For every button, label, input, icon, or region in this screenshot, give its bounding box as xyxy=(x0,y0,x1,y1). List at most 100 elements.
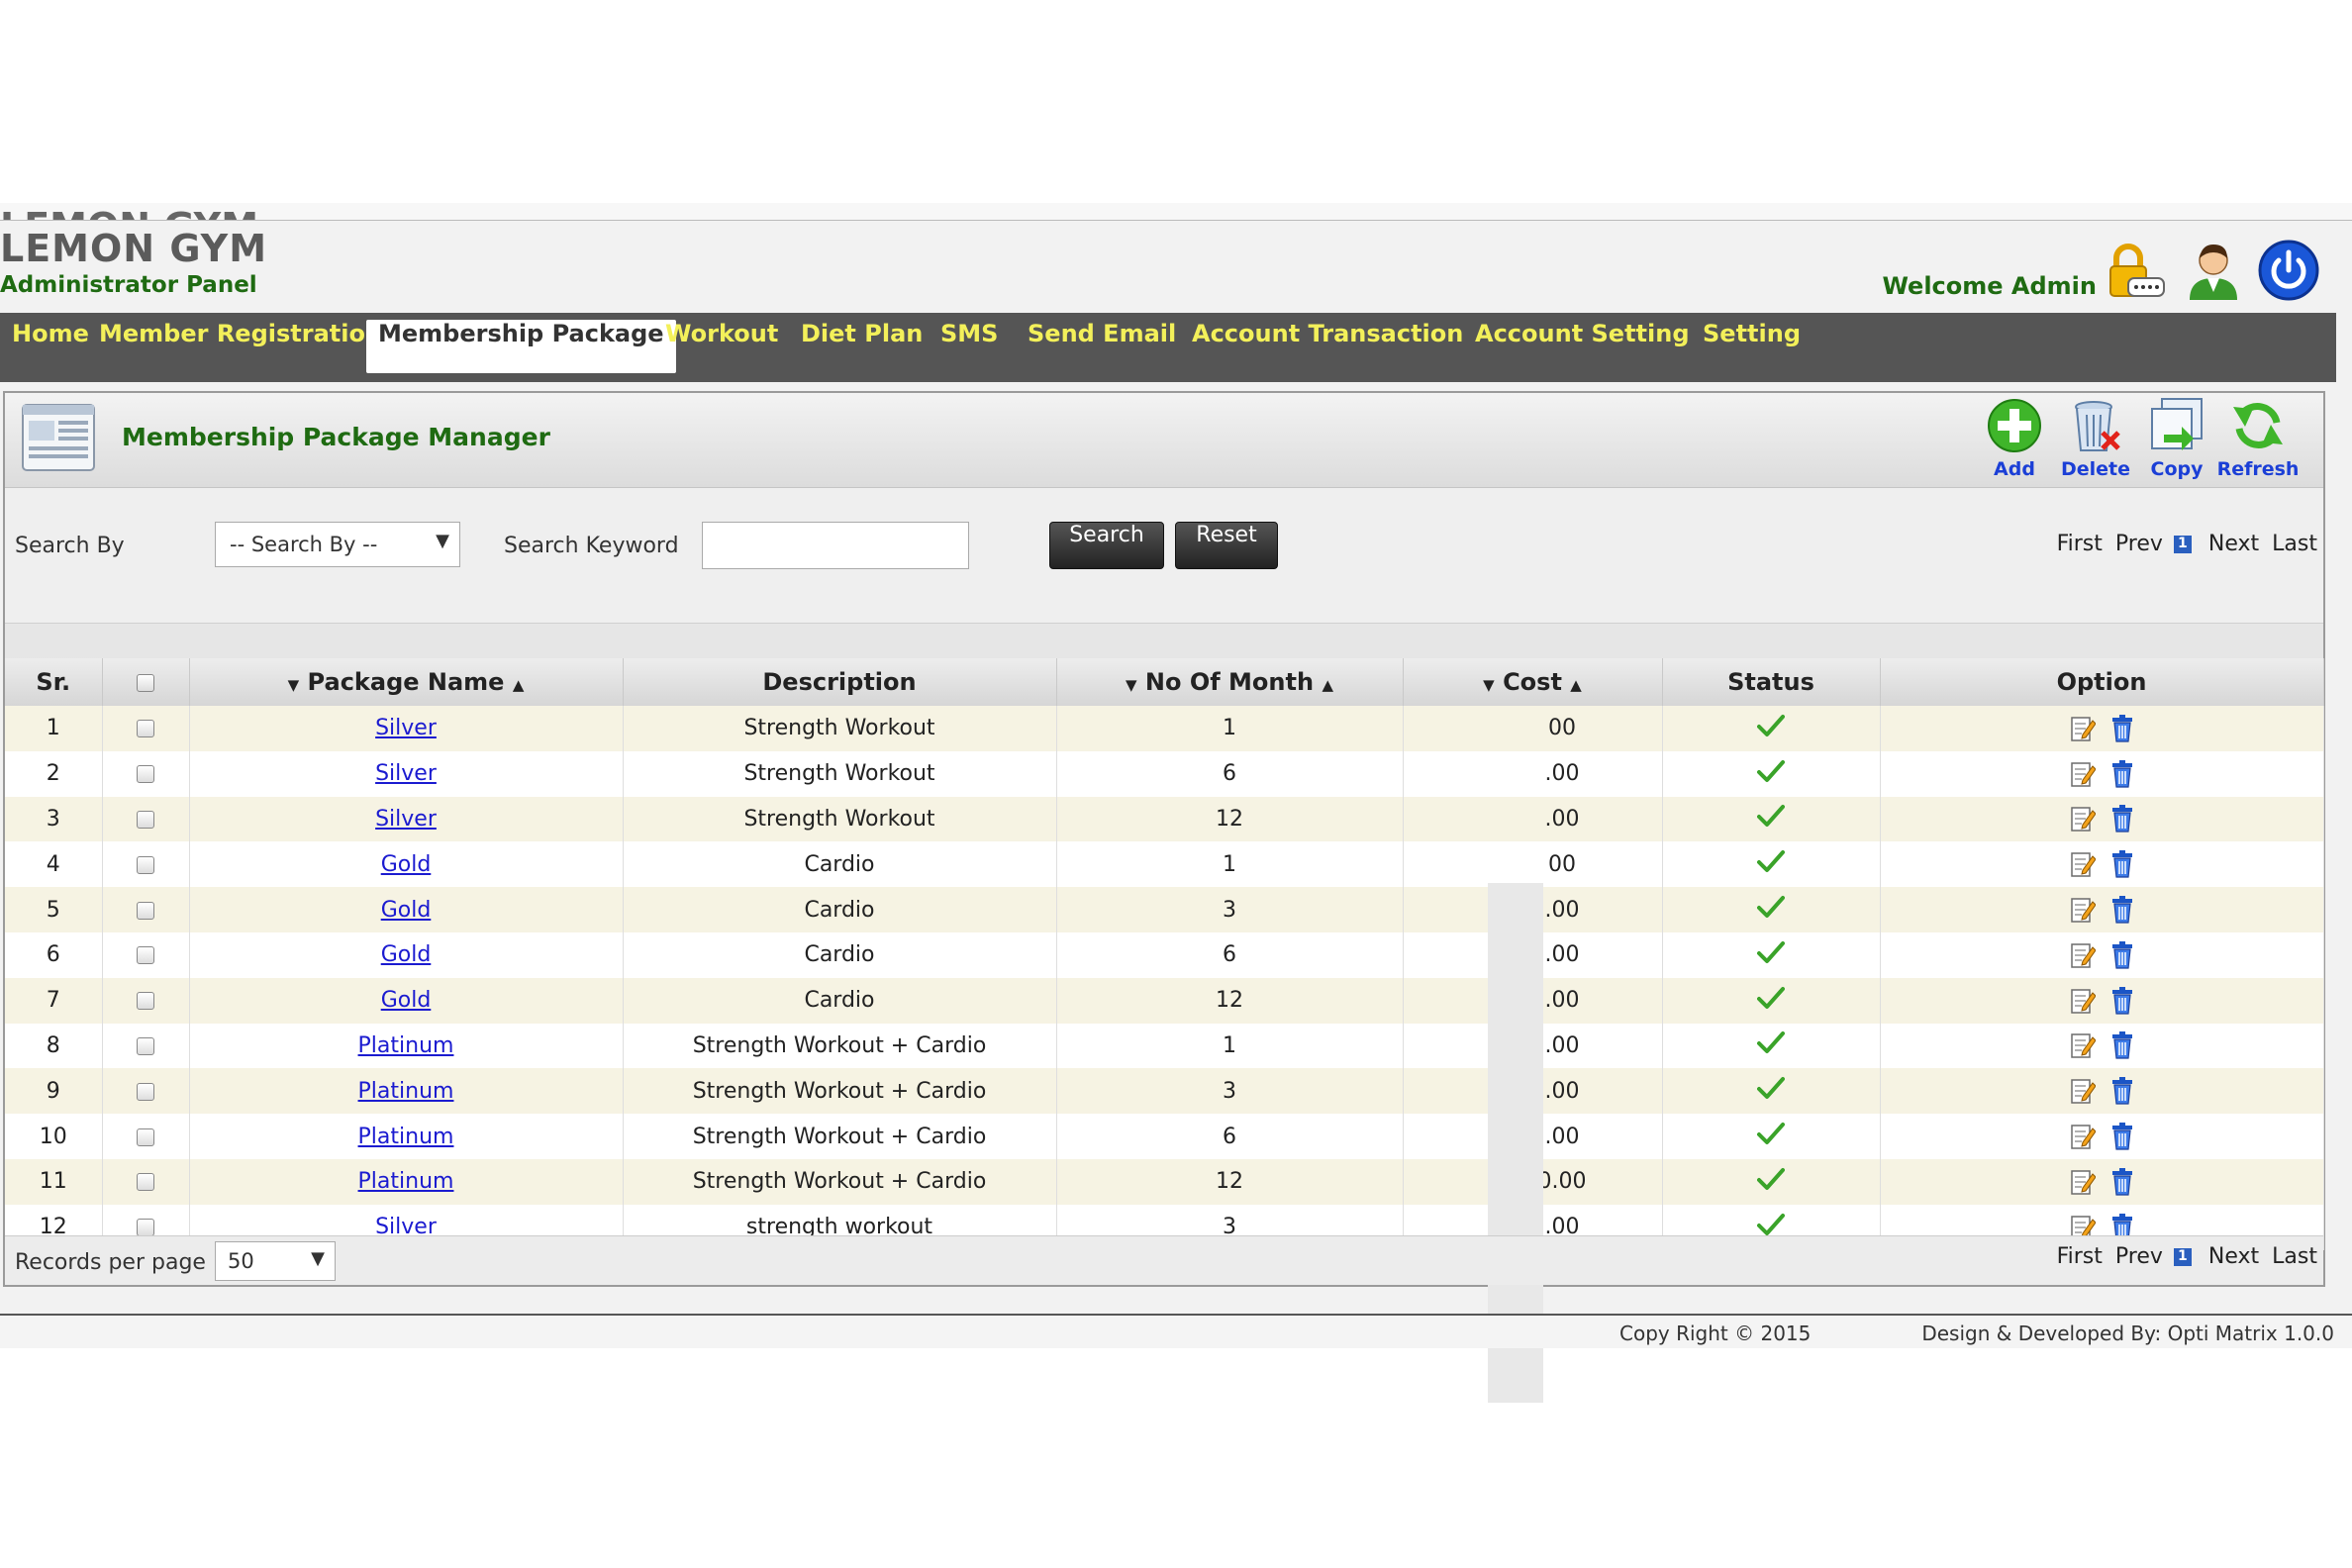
table-row[interactable]: 3 Silver Strength Workout 12 .00 xyxy=(5,796,2324,842)
nav-member-registration[interactable]: Member Registration xyxy=(87,320,394,373)
trash-icon[interactable] xyxy=(2110,1077,2134,1105)
nav-workout[interactable]: Workout xyxy=(653,320,790,373)
package-name-link[interactable]: Silver xyxy=(375,716,437,740)
pager-prev[interactable]: Prev xyxy=(2115,1244,2163,1269)
check-icon[interactable] xyxy=(1757,1076,1785,1100)
table-row[interactable]: 2 Silver Strength Workout 6 .00 xyxy=(5,750,2324,797)
sort-desc-icon[interactable]: ▼ xyxy=(1126,676,1137,694)
table-row[interactable]: 9 Platinum Strength Workout + Cardio 3 .… xyxy=(5,1068,2324,1115)
pager-next[interactable]: Next xyxy=(2208,532,2259,556)
edit-icon[interactable] xyxy=(2070,715,2097,742)
row-checkbox[interactable] xyxy=(137,1082,154,1101)
trash-icon[interactable] xyxy=(2110,1167,2134,1196)
copy-button[interactable]: Copy xyxy=(2135,397,2218,480)
table-row[interactable]: 10 Platinum Strength Workout + Cardio 6 … xyxy=(5,1114,2324,1159)
search-button[interactable]: Search xyxy=(1049,522,1164,569)
edit-icon[interactable] xyxy=(2070,1168,2097,1196)
package-name-link[interactable]: Platinum xyxy=(358,1125,454,1149)
trash-icon[interactable] xyxy=(2110,986,2134,1015)
table-row[interactable]: 7 Gold Cardio 12 .00 xyxy=(5,977,2324,1024)
row-checkbox[interactable] xyxy=(137,1173,154,1192)
pager-prev[interactable]: Prev xyxy=(2115,532,2163,556)
pager-last[interactable]: Last xyxy=(2272,532,2317,556)
edit-icon[interactable] xyxy=(2070,1031,2097,1059)
pager-first[interactable]: First xyxy=(2057,1244,2103,1269)
package-name-link[interactable]: Platinum xyxy=(358,1033,454,1058)
table-row[interactable]: 6 Gold Cardio 6 .00 xyxy=(5,931,2324,978)
sort-asc-icon[interactable]: ▲ xyxy=(1322,676,1333,694)
nav-setting[interactable]: Setting xyxy=(1691,320,1813,373)
package-name-link[interactable]: Gold xyxy=(381,852,432,877)
search-by-select[interactable]: -- Search By -- ▼ xyxy=(215,522,460,567)
nav-send-email[interactable]: Send Email xyxy=(1016,320,1188,373)
nav-sms[interactable]: SMS xyxy=(929,320,1010,373)
col-cost[interactable]: ▼ Cost ▲ xyxy=(1403,658,1663,706)
pager-next[interactable]: Next xyxy=(2208,1244,2259,1269)
trash-icon[interactable] xyxy=(2110,896,2134,924)
table-row[interactable]: 4 Gold Cardio 1 00 xyxy=(5,841,2324,888)
check-icon[interactable] xyxy=(1757,1213,1785,1236)
search-keyword-input[interactable] xyxy=(702,522,969,569)
edit-icon[interactable] xyxy=(2070,941,2097,969)
pager-current-page[interactable]: 1 xyxy=(2173,1248,2192,1266)
trash-icon[interactable] xyxy=(2110,850,2134,878)
admin-user-icon[interactable] xyxy=(2182,239,2245,302)
select-all-checkbox[interactable] xyxy=(137,674,154,692)
package-name-link[interactable]: Gold xyxy=(381,988,432,1013)
edit-icon[interactable] xyxy=(2070,850,2097,878)
trash-icon[interactable] xyxy=(2110,1031,2134,1060)
table-row[interactable]: 8 Platinum Strength Workout + Cardio 1 .… xyxy=(5,1023,2324,1069)
add-button[interactable]: Add xyxy=(1973,397,2056,480)
sort-asc-icon[interactable]: ▲ xyxy=(1570,676,1582,694)
col-no-of-month[interactable]: ▼ No Of Month ▲ xyxy=(1056,658,1404,706)
table-row[interactable]: 11 Platinum Strength Workout + Cardio 12… xyxy=(5,1158,2324,1205)
check-icon[interactable] xyxy=(1757,986,1785,1010)
package-name-link[interactable]: Silver xyxy=(375,761,437,786)
edit-icon[interactable] xyxy=(2070,760,2097,788)
sort-desc-icon[interactable]: ▼ xyxy=(1483,676,1495,694)
trash-icon[interactable] xyxy=(2110,805,2134,833)
row-checkbox[interactable] xyxy=(137,810,154,829)
row-checkbox[interactable] xyxy=(137,992,154,1011)
lock-icon[interactable] xyxy=(2103,239,2166,302)
row-checkbox[interactable] xyxy=(137,855,154,874)
edit-icon[interactable] xyxy=(2070,805,2097,833)
row-checkbox[interactable] xyxy=(137,1127,154,1146)
check-icon[interactable] xyxy=(1757,940,1785,964)
pager-current-page[interactable]: 1 xyxy=(2173,536,2192,553)
check-icon[interactable] xyxy=(1757,1030,1785,1054)
pager-first[interactable]: First xyxy=(2057,532,2103,556)
check-icon[interactable] xyxy=(1757,895,1785,919)
package-name-link[interactable]: Platinum xyxy=(358,1169,454,1194)
records-per-page-select[interactable]: 50 ▼ xyxy=(215,1241,336,1281)
package-name-link[interactable]: Silver xyxy=(375,807,437,832)
edit-icon[interactable] xyxy=(2070,1123,2097,1150)
refresh-button[interactable]: Refresh xyxy=(2216,397,2300,480)
check-icon[interactable] xyxy=(1757,804,1785,828)
edit-icon[interactable] xyxy=(2070,1077,2097,1105)
trash-icon[interactable] xyxy=(2110,940,2134,969)
sort-desc-icon[interactable]: ▼ xyxy=(288,676,300,694)
nav-home[interactable]: Home xyxy=(0,320,101,373)
power-icon[interactable] xyxy=(2257,239,2320,302)
row-checkbox[interactable] xyxy=(137,1219,154,1237)
row-checkbox[interactable] xyxy=(137,765,154,784)
check-icon[interactable] xyxy=(1757,714,1785,737)
row-checkbox[interactable] xyxy=(137,720,154,738)
check-icon[interactable] xyxy=(1757,849,1785,873)
row-checkbox[interactable] xyxy=(137,901,154,920)
check-icon[interactable] xyxy=(1757,1122,1785,1145)
row-checkbox[interactable] xyxy=(137,1036,154,1055)
package-name-link[interactable]: Gold xyxy=(381,898,432,923)
nav-membership-package[interactable]: Membership Package xyxy=(366,320,676,373)
reset-button[interactable]: Reset xyxy=(1175,522,1278,569)
package-name-link[interactable]: Platinum xyxy=(358,1079,454,1104)
check-icon[interactable] xyxy=(1757,759,1785,783)
pager-last[interactable]: Last xyxy=(2272,1244,2317,1269)
edit-icon[interactable] xyxy=(2070,896,2097,924)
col-package-name[interactable]: ▼ Package Name ▲ xyxy=(189,658,624,706)
trash-icon[interactable] xyxy=(2110,1123,2134,1150)
nav-account-setting[interactable]: Account Setting xyxy=(1463,320,1702,373)
nav-diet-plan[interactable]: Diet Plan xyxy=(789,320,934,373)
delete-button[interactable]: Delete xyxy=(2054,397,2137,480)
